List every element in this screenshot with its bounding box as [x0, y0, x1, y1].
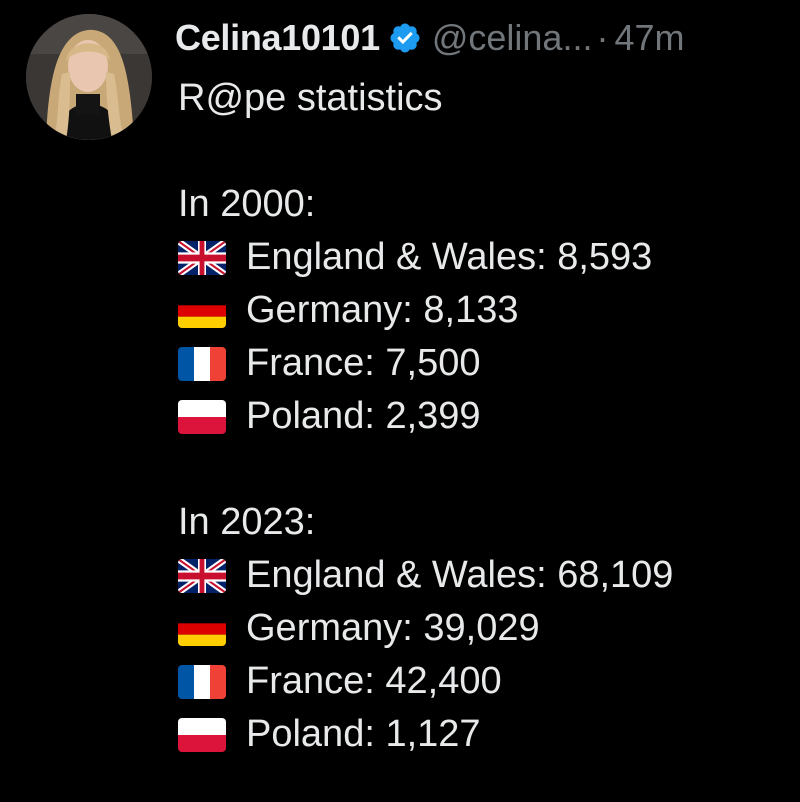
section-heading: In 2000: — [178, 183, 316, 225]
stat-row: Germany: 39,029 — [178, 602, 788, 655]
stat-value: 39,029 — [423, 607, 540, 649]
section-heading: In 2023: — [178, 501, 316, 543]
stat-row: Poland: 1,127 — [178, 708, 788, 761]
germany-flag-icon — [178, 611, 226, 646]
france-flag-icon — [178, 664, 226, 699]
colon: : — [536, 236, 558, 278]
stat-row: Poland: 2,399 — [178, 390, 788, 443]
country-name: England & Wales — [246, 236, 537, 278]
colon: : — [364, 660, 386, 702]
france-flag-icon — [178, 346, 226, 381]
stat-value: 7,500 — [385, 342, 481, 384]
stat-row: England & Wales: 68,109 — [178, 549, 788, 602]
tweet-text: R@pe statistics In 2000: England & Wales… — [178, 72, 788, 761]
country-name: Germany — [246, 607, 403, 649]
colon: : — [536, 554, 558, 596]
colon: : — [364, 342, 386, 384]
stat-row: France: 7,500 — [178, 337, 788, 390]
user-handle[interactable]: @celina... — [432, 17, 593, 59]
country-name: France — [246, 342, 365, 384]
country-name: France — [246, 660, 365, 702]
stat-value: 8,593 — [557, 236, 653, 278]
timestamp[interactable]: 47m — [614, 17, 684, 59]
country-name: Poland — [246, 713, 365, 755]
uk-flag-icon — [178, 240, 226, 275]
tweet-header: Celina10101 @celina... · 47m — [175, 16, 685, 60]
stat-value: 2,399 — [385, 395, 481, 437]
stat-row: France: 42,400 — [178, 655, 788, 708]
country-name: Germany — [246, 289, 403, 331]
colon: : — [364, 395, 386, 437]
stat-value: 1,127 — [385, 713, 481, 755]
stat-row: England & Wales: 8,593 — [178, 231, 788, 284]
verified-badge-icon — [388, 21, 422, 55]
avatar-image — [26, 14, 152, 140]
poland-flag-icon — [178, 399, 226, 434]
uk-flag-icon — [178, 558, 226, 593]
separator-dot: · — [596, 17, 609, 58]
colon: : — [402, 289, 424, 331]
display-name[interactable]: Celina10101 — [175, 17, 380, 59]
germany-flag-icon — [178, 293, 226, 328]
avatar[interactable] — [26, 14, 152, 140]
country-name: Poland — [246, 395, 365, 437]
colon: : — [402, 607, 424, 649]
colon: : — [364, 713, 386, 755]
tweet-title: R@pe statistics — [178, 77, 443, 119]
poland-flag-icon — [178, 717, 226, 752]
stat-row: Germany: 8,133 — [178, 284, 788, 337]
country-name: England & Wales — [246, 554, 537, 596]
stat-value: 42,400 — [385, 660, 502, 702]
stat-value: 68,109 — [557, 554, 674, 596]
stat-value: 8,133 — [423, 289, 519, 331]
